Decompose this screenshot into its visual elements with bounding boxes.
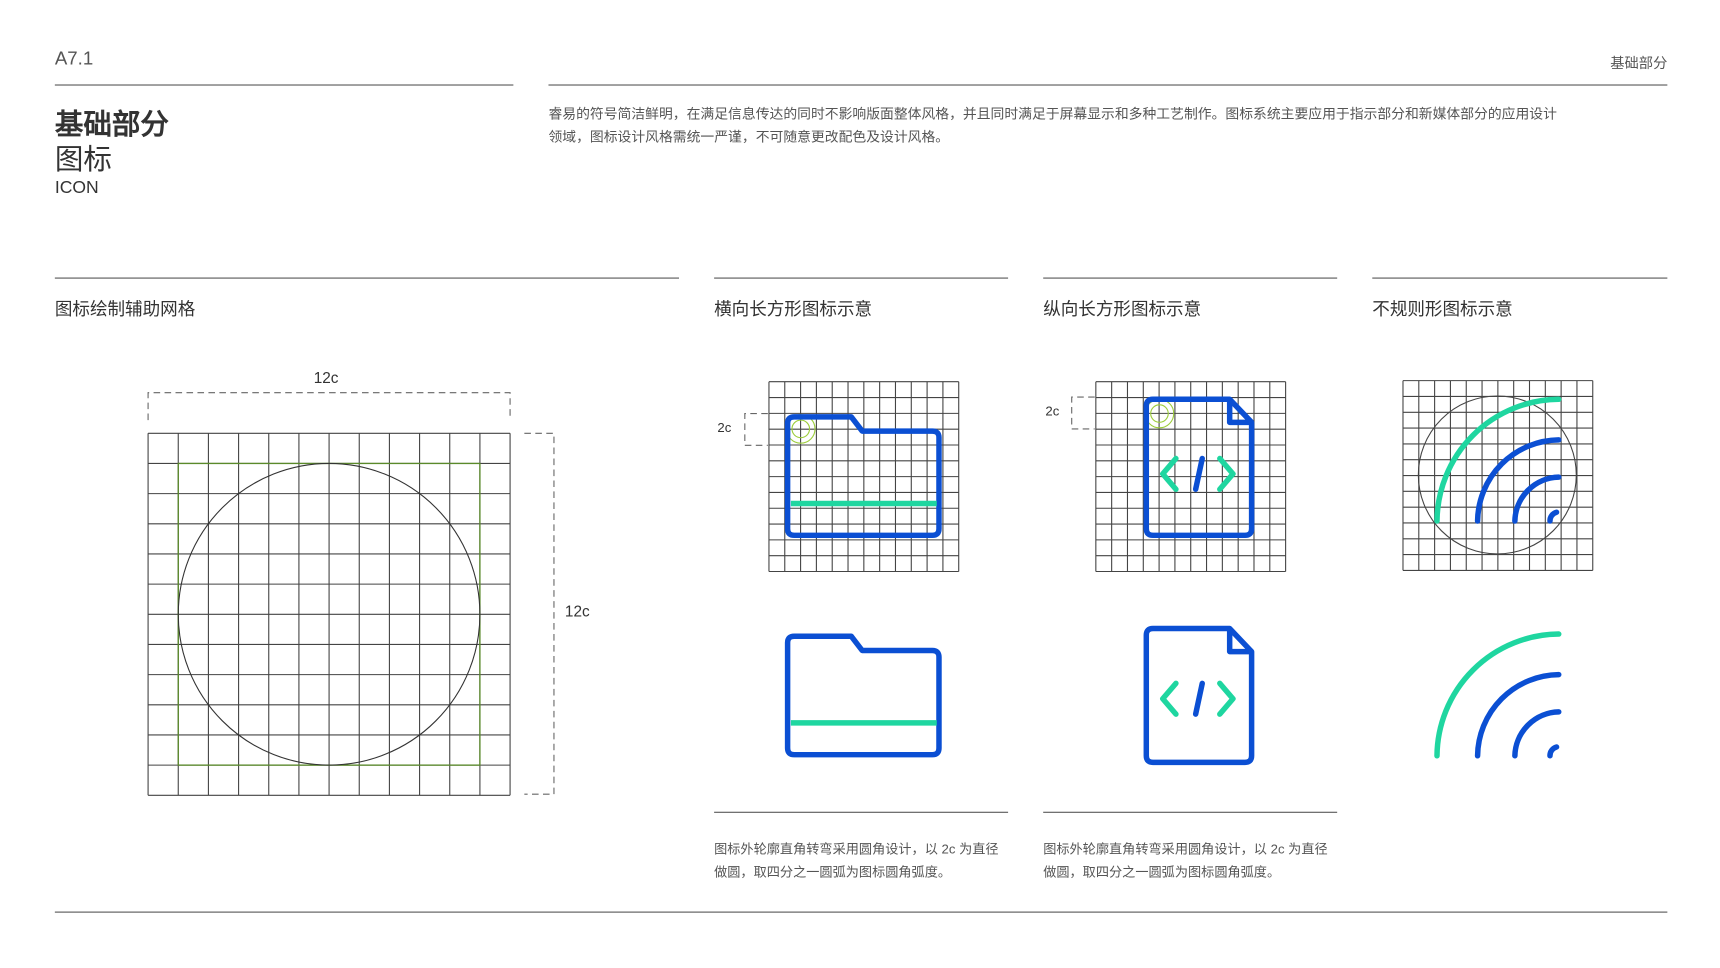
grid-lines [1095,381,1287,573]
caption-line: 做圆，取四分之一圆弧为图标圆角弧度。 [1043,864,1281,880]
construction-grid [147,432,511,796]
wifi-icon [1434,631,1562,759]
corner-radius-circles [785,398,1175,444]
code-file-icon [1143,396,1255,539]
caption-line: 图标外轮廓直角转弯采用圆角设计，以 2c 为直径 [714,841,999,857]
small-grid [1095,381,1287,573]
icon-illustrations [147,380,1594,796]
folder-icon [784,633,942,758]
caption-horizontal: 图标外轮廓直角转弯采用圆角设计，以 2c 为直径 做圆，取四分之一圆弧为图标圆角… [714,838,998,884]
caption-line: 图标外轮廓直角转弯采用圆角设计，以 2c 为直径 [1043,841,1328,857]
small-grid [768,381,960,573]
caption-line: 做圆，取四分之一圆弧为图标圆角弧度。 [714,864,952,880]
footer-divider [54,911,1668,913]
divider [1043,811,1338,813]
page: A7.1 基础部分 基础部分 图标 ICON 睿易的符号简洁鲜明，在满足信息传达… [0,0,1720,968]
grid-lines [1402,380,1594,571]
grid-lines [147,432,511,796]
dimension-brackets [147,392,1095,795]
small-grid [1402,380,1594,571]
code-file-icon [1143,625,1255,766]
grid-lines [768,381,960,573]
divider [714,811,1009,813]
caption-vertical: 图标外轮廓直角转弯采用圆角设计，以 2c 为直径 做圆，取四分之一圆弧为图标圆角… [1043,838,1327,884]
